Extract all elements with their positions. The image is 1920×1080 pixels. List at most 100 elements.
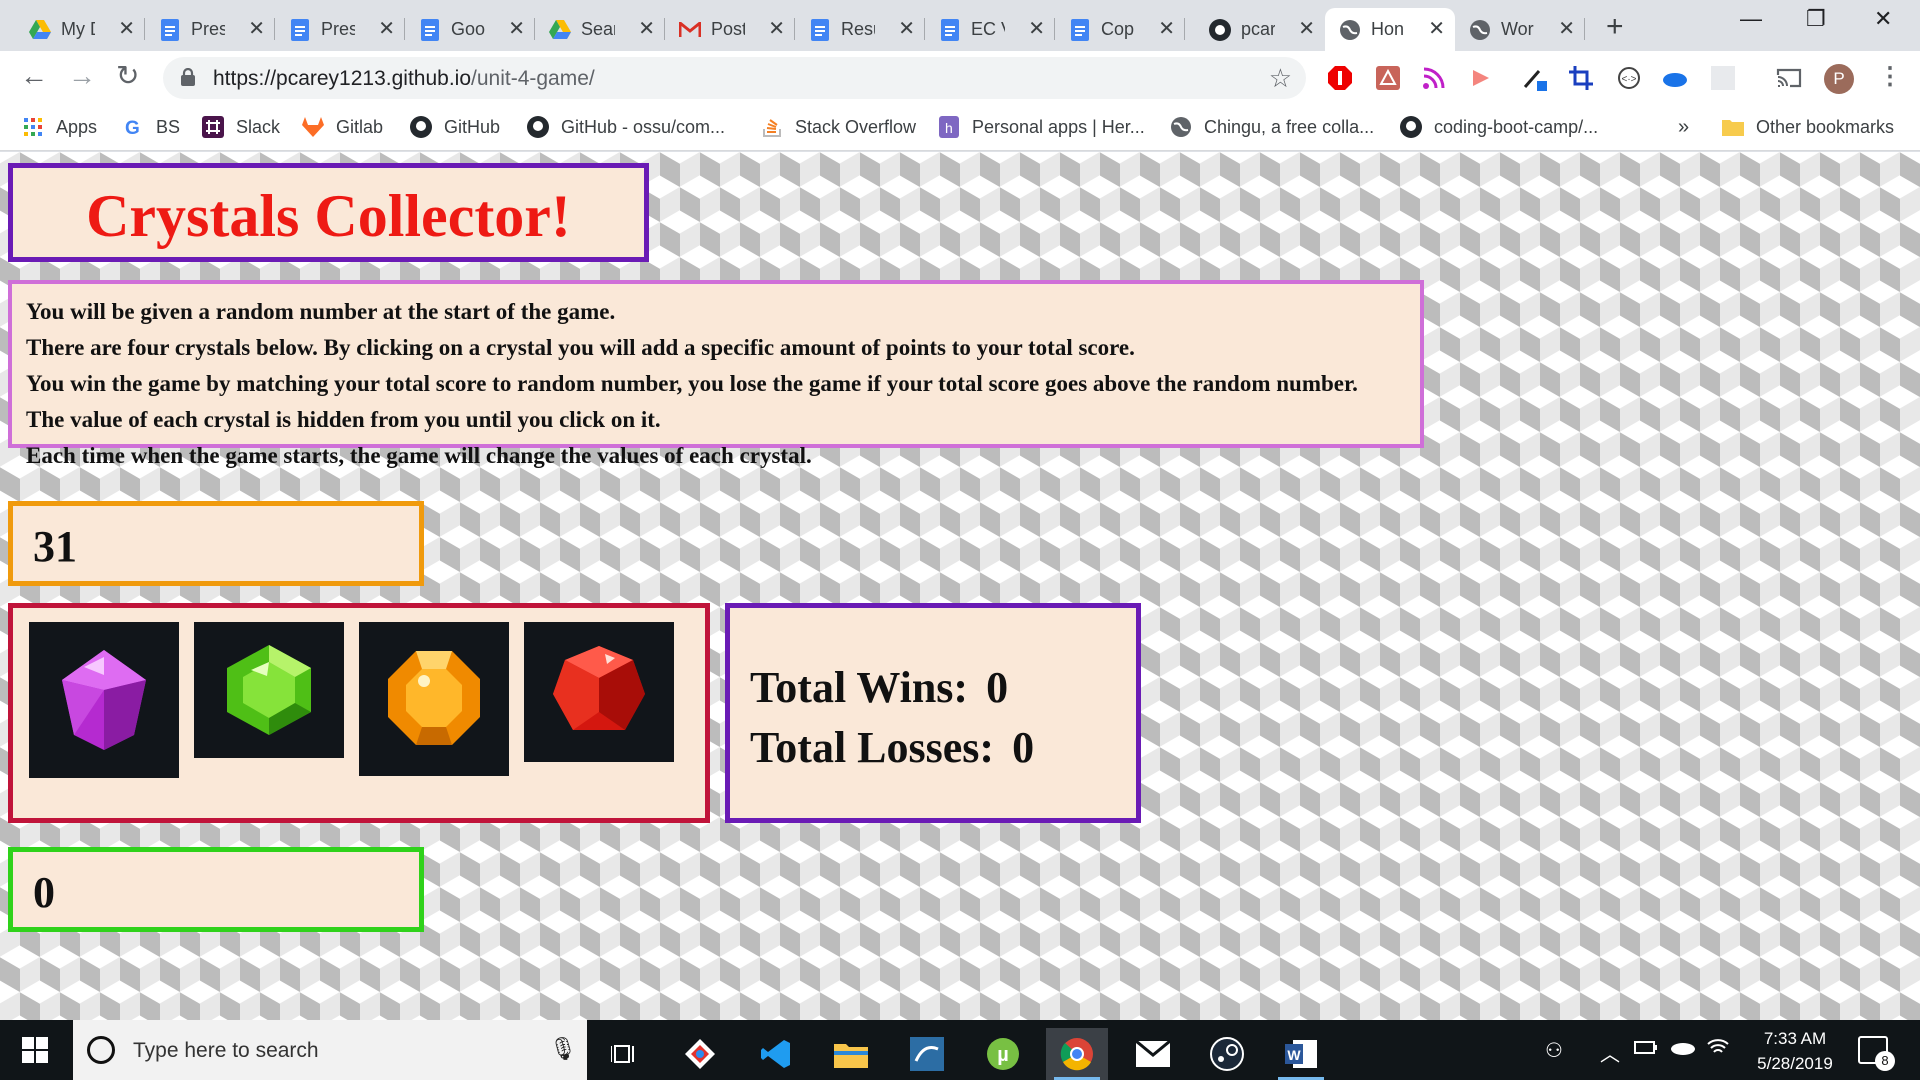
- close-icon[interactable]: ✕: [378, 19, 395, 39]
- red-crystal-button[interactable]: [524, 622, 674, 762]
- orange-crystal-button[interactable]: [359, 622, 509, 776]
- back-button[interactable]: ←: [20, 62, 48, 90]
- google-docs-icon: [939, 18, 961, 41]
- action-center-icon[interactable]: 8: [1858, 1036, 1895, 1071]
- restore-button[interactable]: ❐: [1806, 6, 1826, 32]
- google-docs-icon: [809, 18, 831, 41]
- cloud-icon[interactable]: [1662, 65, 1688, 91]
- bookmark-stack-overflow[interactable]: Stack Overflow: [761, 115, 916, 139]
- bookmark-label: Other bookmarks: [1756, 116, 1895, 137]
- instruction-line: Each time when the game starts, the game…: [26, 443, 812, 468]
- bookmark-github[interactable]: GitHub: [410, 115, 500, 139]
- instruction-line: You win the game by matching your total …: [26, 371, 1358, 396]
- forward-button[interactable]: →: [68, 62, 96, 90]
- taskbar-search-box[interactable]: Type here to search 🎙: [73, 1020, 587, 1080]
- url-path: /unit-4-game/: [471, 67, 595, 90]
- bookmark-gitlab[interactable]: Gitlab: [302, 115, 383, 139]
- tab-6[interactable]: Resu ✕: [795, 8, 925, 51]
- tab-5[interactable]: Post ✕: [665, 8, 795, 51]
- adblock-icon[interactable]: [1327, 65, 1353, 91]
- microphone-icon[interactable]: 🎙: [549, 1036, 577, 1062]
- close-icon[interactable]: ✕: [898, 19, 915, 39]
- tab-9[interactable]: pcar ✕: [1195, 8, 1325, 51]
- close-icon[interactable]: ✕: [638, 19, 655, 39]
- system-clock[interactable]: 7:33 AM 5/28/2019: [1740, 1026, 1850, 1076]
- close-icon[interactable]: ✕: [1558, 19, 1575, 39]
- tab-1[interactable]: Pres ✕: [145, 8, 275, 51]
- bookmark-github-ossu[interactable]: GitHub - ossu/com...: [527, 115, 725, 139]
- bookmark-heroku[interactable]: h Personal apps | Her...: [938, 115, 1145, 139]
- address-bar[interactable]: https://pcarey1213.github.io/unit-4-game…: [163, 57, 1306, 99]
- task-view-icon[interactable]: [593, 1028, 655, 1080]
- tab-8[interactable]: Cop ✕: [1055, 8, 1185, 51]
- purple-crystal-button[interactable]: [29, 622, 179, 778]
- bookmark-label: Stack Overflow: [795, 116, 917, 137]
- word-icon[interactable]: W: [1270, 1028, 1332, 1080]
- other-bookmarks-folder[interactable]: Other bookmarks: [1722, 115, 1894, 139]
- close-icon[interactable]: ✕: [1298, 19, 1315, 39]
- close-icon[interactable]: ✕: [1158, 19, 1175, 39]
- bookmark-chingu[interactable]: Chingu, a free colla...: [1170, 115, 1374, 139]
- vscode-icon[interactable]: [745, 1028, 807, 1080]
- close-icon[interactable]: ✕: [118, 19, 135, 39]
- pdf-extension-icon[interactable]: [1375, 65, 1401, 91]
- blank-extension-icon[interactable]: [1710, 65, 1736, 91]
- bookmark-slack[interactable]: Slack: [202, 115, 280, 139]
- wifi-icon[interactable]: [1707, 1038, 1729, 1062]
- close-icon[interactable]: ✕: [768, 19, 785, 39]
- tab-strip: My D ✕ Pres ✕ Pres ✕ Goo ✕ Sear ✕ Post ✕…: [0, 0, 1920, 51]
- tab-3[interactable]: Goo ✕: [405, 8, 535, 51]
- random-number-value: 31: [33, 522, 77, 571]
- bookmark-label: Apps: [56, 116, 98, 137]
- chrome-menu-button[interactable]: ⋮: [1878, 63, 1902, 91]
- wins-losses-panel: Total Wins: 0 Total Losses: 0: [725, 603, 1141, 823]
- bookmark-apps[interactable]: Apps: [22, 115, 97, 139]
- battery-icon[interactable]: [1634, 1038, 1658, 1061]
- steam-icon[interactable]: [1196, 1028, 1258, 1080]
- gitkraken-icon[interactable]: [669, 1028, 731, 1080]
- orange-gem-icon: [388, 651, 480, 745]
- color-picker-icon[interactable]: [1521, 65, 1547, 91]
- onedrive-cloud-icon[interactable]: [1670, 1038, 1696, 1061]
- screencast-extension-icon[interactable]: [1468, 65, 1494, 91]
- reload-button[interactable]: ↻: [116, 62, 139, 90]
- people-icon[interactable]: ⚇: [1545, 1038, 1563, 1063]
- tab-7[interactable]: EC V ✕: [925, 8, 1055, 51]
- green-crystal-button[interactable]: [194, 622, 344, 758]
- bookmark-label: Chingu, a free colla...: [1204, 116, 1375, 137]
- tab-11[interactable]: Wor ✕: [1455, 8, 1585, 51]
- rss-icon[interactable]: [1421, 65, 1447, 91]
- google-docs-icon: [159, 18, 181, 41]
- crop-tool-icon[interactable]: [1568, 65, 1594, 91]
- bookmark-bs[interactable]: G BS: [122, 115, 180, 139]
- new-tab-button[interactable]: +: [1606, 10, 1624, 44]
- mysql-workbench-icon[interactable]: [896, 1028, 958, 1080]
- tab-4[interactable]: Sear ✕: [535, 8, 665, 51]
- minimize-button[interactable]: —: [1740, 6, 1762, 32]
- close-icon[interactable]: ✕: [508, 19, 525, 39]
- profile-avatar[interactable]: P: [1824, 64, 1854, 94]
- utorrent-icon[interactable]: µ: [972, 1028, 1034, 1080]
- close-icon[interactable]: ✕: [248, 19, 265, 39]
- tab-0[interactable]: My D ✕: [15, 8, 145, 51]
- chrome-taskbar-icon[interactable]: [1046, 1028, 1108, 1080]
- bookmarks-overflow-button[interactable]: »: [1678, 115, 1689, 139]
- bookmark-coding-boot-camp[interactable]: coding-boot-camp/...: [1400, 115, 1598, 139]
- tab-2[interactable]: Pres ✕: [275, 8, 405, 51]
- file-explorer-icon[interactable]: [820, 1028, 882, 1080]
- cast-icon[interactable]: [1776, 65, 1802, 91]
- svg-text:µ: µ: [997, 1044, 1009, 1066]
- windows-start-icon[interactable]: [22, 1037, 48, 1063]
- close-icon[interactable]: ✕: [1428, 19, 1445, 39]
- apps-grid-icon: [22, 116, 44, 138]
- code-extension-icon[interactable]: <·>: [1616, 65, 1642, 91]
- tab-title: Cop: [1101, 19, 1135, 39]
- browser-toolbar: ← → ↻ https://pcarey1213.github.io/unit-…: [0, 51, 1920, 105]
- mail-icon[interactable]: [1122, 1028, 1184, 1080]
- close-icon[interactable]: ✕: [1028, 19, 1045, 39]
- show-hidden-icons-chevron[interactable]: ︿: [1600, 1038, 1620, 1067]
- close-window-button[interactable]: ✕: [1874, 6, 1892, 32]
- bookmark-star-icon[interactable]: ☆: [1269, 63, 1292, 94]
- tab-title: Resu: [841, 19, 875, 39]
- tab-10-active[interactable]: Hon ✕: [1325, 8, 1455, 51]
